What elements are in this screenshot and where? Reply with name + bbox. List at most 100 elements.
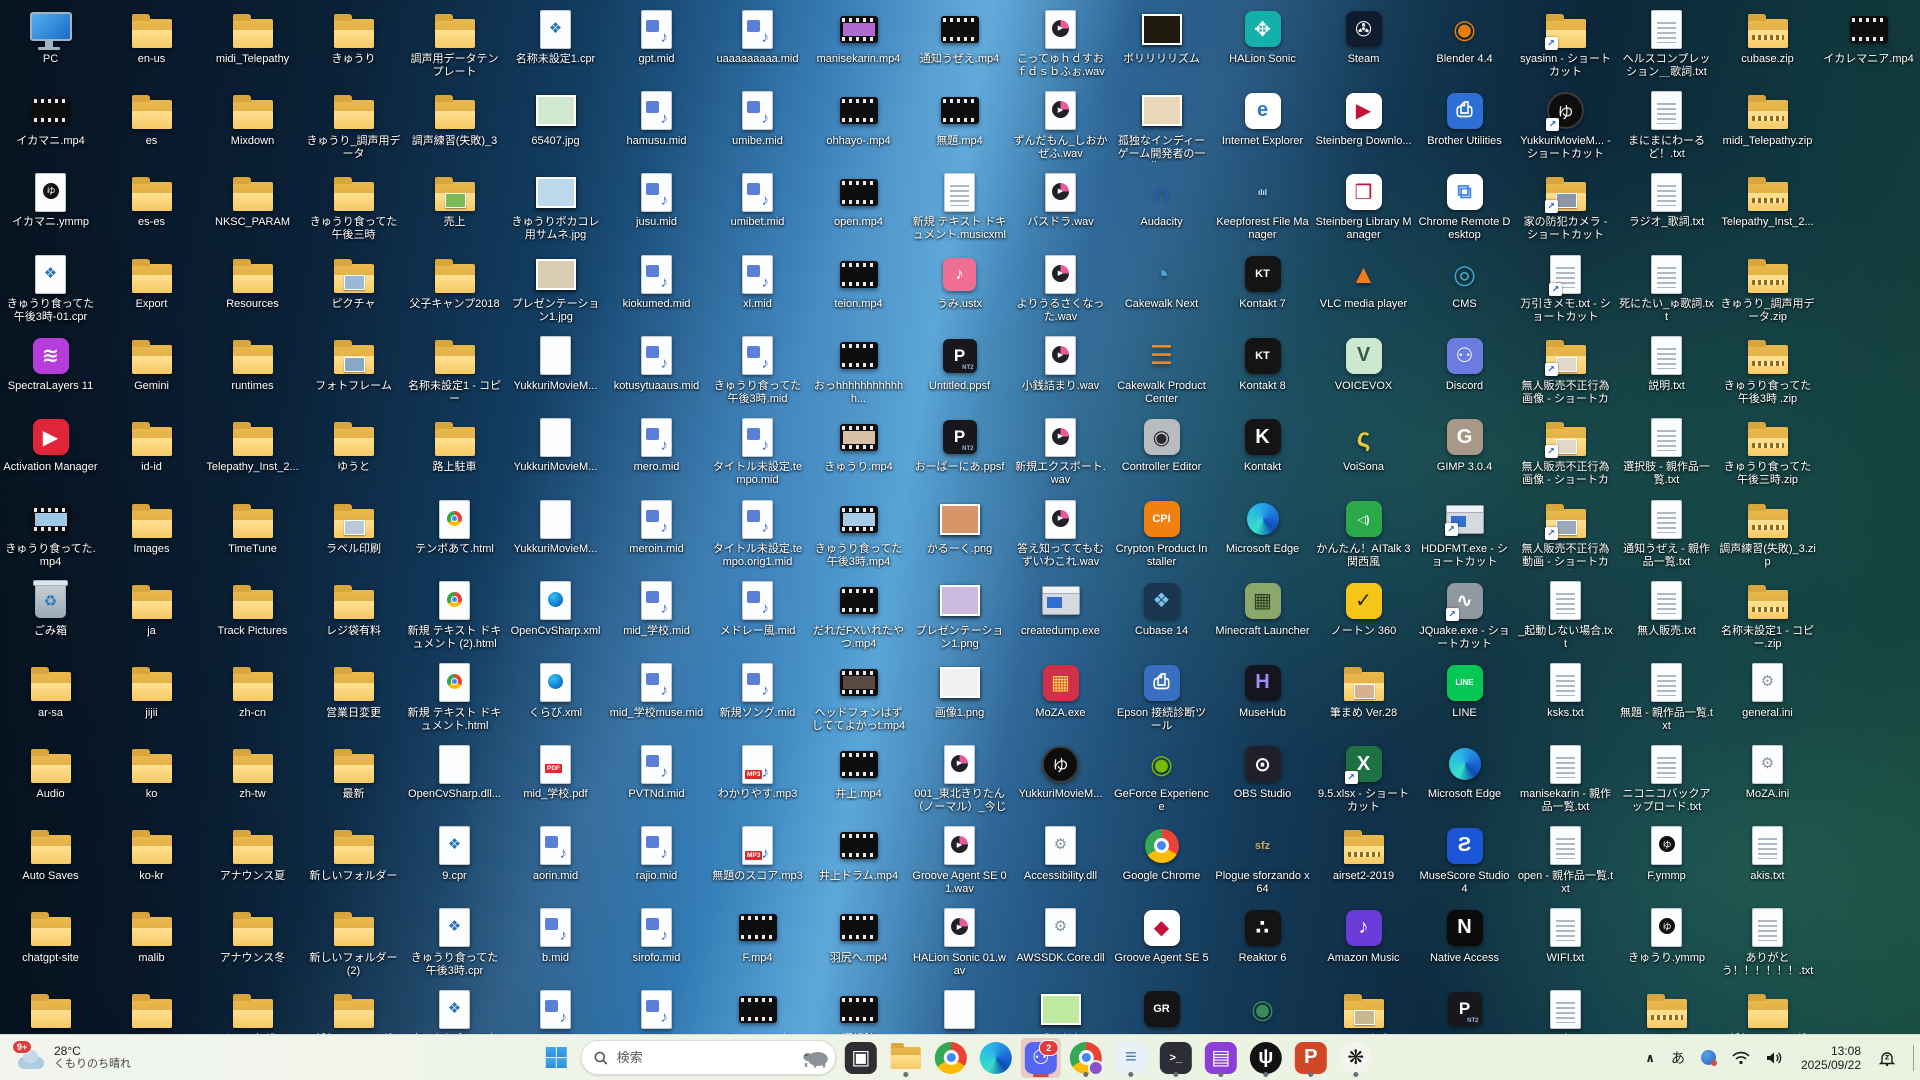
show-desktop-button[interactable]: [1913, 1044, 1914, 1071]
desktop-icon[interactable]: ▶ バスドラ.wav: [1010, 169, 1111, 251]
desktop-icon[interactable]: ⚙ AWSSDK.Core.dll: [1010, 905, 1111, 987]
desktop-icon[interactable]: ♪ うみ.ustx: [909, 251, 1010, 333]
desktop-icon[interactable]: ♪ きゅうり食ってた午後3時.mid: [707, 333, 808, 415]
desktop-icon[interactable]: ♪ mero.mid: [606, 414, 707, 496]
weather-widget[interactable]: 9+ 28°C くもりのち晴れ: [10, 1038, 137, 1078]
desktop-icon[interactable]: プレゼンテーション1.jpg: [505, 251, 606, 333]
desktop-icon[interactable]: ◁) かんたん！AITalk 3 関西風: [1313, 496, 1414, 578]
desktop-icon[interactable]: ↗ 万引きメモ.txt - ショートカット: [1515, 251, 1616, 333]
desktop-icon[interactable]: フォトフレーム: [303, 333, 404, 415]
desktop-icon[interactable]: ▦ Minecraft Launcher: [1212, 578, 1313, 660]
desktop-icon[interactable]: ◉ Blender 4.4: [1414, 6, 1515, 88]
desktop-icon[interactable]: テンポあて.html: [404, 496, 505, 578]
desktop-icon[interactable]: ◉ Controller Editor: [1111, 414, 1212, 496]
desktop-icon[interactable]: runtimes: [202, 333, 303, 415]
desktop-icon[interactable]: ❖きゅうり食ってた午後: [404, 986, 505, 1035]
desktop-icon[interactable]: ♪ hamusu.mid: [606, 88, 707, 170]
desktop-icon[interactable]: ♪ kotusytuaaus.mid: [606, 333, 707, 415]
desktop-icon[interactable]: 無題 - 親作品一覧.txt: [1616, 660, 1717, 742]
desktop-icon[interactable]: ♪ gpt.mid: [606, 6, 707, 88]
desktop-icon[interactable]: Microsoft Edge: [1414, 741, 1515, 823]
desktop-icon[interactable]: ⧉ Chrome Remote Desktop: [1414, 169, 1515, 251]
tray-app-icon[interactable]: [1698, 1041, 1719, 1075]
desktop-icon[interactable]: sfz Plogue sforzando x64: [1212, 823, 1313, 905]
desktop-icon[interactable]: きゅうり食ってた午後三時: [303, 169, 404, 251]
desktop-icon[interactable]: 無題.mp4: [909, 88, 1010, 170]
desktop-icon[interactable]: ↗ HDDFMT.exe - ショートカット: [1414, 496, 1515, 578]
desktop-icon[interactable]: ∴ Reaktor 6: [1212, 905, 1313, 987]
desktop-icon[interactable]: ♪ b.mid: [505, 905, 606, 987]
taskbar-powerpoint-button[interactable]: P: [1291, 1038, 1331, 1078]
desktop-icon[interactable]: WIFI.txt: [1515, 905, 1616, 987]
desktop-icon[interactable]: ゆイカマニ.ymmp: [0, 169, 101, 251]
desktop-icon[interactable]: ↗ 家の防犯カメラ - ショートカット: [1515, 169, 1616, 251]
desktop-icon[interactable]: ♻ ごみ箱: [0, 578, 101, 660]
volume-icon[interactable]: [1763, 1041, 1787, 1075]
desktop-icon[interactable]: き: [1515, 986, 1616, 1035]
desktop-icon[interactable]: ▶ HALion Sonic 01.wav: [909, 905, 1010, 987]
desktop-icon[interactable]: イカレマニア.mp4: [1818, 6, 1919, 88]
desktop-icon[interactable]: イカマニ.mp4: [0, 88, 101, 170]
desktop-icon[interactable]: ▶ 001_東北きりたん（ノーマル）_今じゃ...: [909, 741, 1010, 823]
taskbar-discord-button[interactable]: ⚇ 2: [1020, 1037, 1061, 1078]
desktop-icon[interactable]: ♪ aorin.mid: [505, 823, 606, 905]
desktop-icon[interactable]: 通知うぜえ - 親作品一覧.txt: [1616, 496, 1717, 578]
desktop-icon[interactable]: きゅうり食ってた午後3時.mp4: [808, 496, 909, 578]
desktop-icon[interactable]: Telepathy_Inst_2...: [202, 414, 303, 496]
desktop-icon[interactable]: 父子キャンプ2018: [404, 251, 505, 333]
desktop-icon[interactable]: TimeTune: [202, 496, 303, 578]
desktop-icon[interactable]: H MuseHub: [1212, 660, 1313, 742]
desktop-icon[interactable]: manisekarin.mp4: [808, 6, 909, 88]
desktop-icon[interactable]: アナウンス夏: [202, 823, 303, 905]
taskbar-terminal-button[interactable]: >_: [1156, 1038, 1196, 1078]
desktop-icon[interactable]: 65407.jpg: [505, 88, 606, 170]
desktop-icon[interactable]: 新しいフォルダ: [1717, 986, 1818, 1035]
taskbar-audio-app-button[interactable]: ψ: [1246, 1038, 1286, 1078]
desktop-icon[interactable]: くらび.xml: [505, 660, 606, 742]
desktop-icon[interactable]: OpenCvSharp.dll...: [404, 741, 505, 823]
desktop-icon[interactable]: CPI Crypton Product Installer: [1111, 496, 1212, 578]
desktop-icon[interactable]: 孤独なインディーゲーム開発者の一生 ...: [1111, 88, 1212, 170]
desktop-icon[interactable]: ko: [101, 741, 202, 823]
desktop-icon[interactable]: ↗ 無人販売不正行為画像 - ショートカッ...: [1515, 333, 1616, 415]
desktop-icon[interactable]: teion.mp4: [808, 251, 909, 333]
start-button[interactable]: [536, 1038, 576, 1078]
desktop-icon[interactable]: きゅうり_調声用データ.zip: [1717, 251, 1818, 333]
desktop-icon[interactable]: ヘッドフォンはずしててよかっt.mp4: [808, 660, 909, 742]
desktop-icon[interactable]: ❖ Cubase 14: [1111, 578, 1212, 660]
desktop-icon[interactable]: プレゼンテーション1.png: [909, 578, 1010, 660]
desktop-icon[interactable]: ♪ mid_学校muse.mid: [606, 660, 707, 742]
desktop-icon[interactable]: ゆ F.ymmp: [1616, 823, 1717, 905]
desktop-icon[interactable]: ♪ xl.mid: [707, 251, 808, 333]
notification-bell-icon[interactable]: Z: [1875, 1041, 1899, 1075]
desktop-icon[interactable]: 通知うぜえ.mp4: [909, 6, 1010, 88]
desktop-icon[interactable]: ゆ YukkuriMovieM...: [1010, 741, 1111, 823]
desktop-icon[interactable]: PNT2Piapro Studio NT2: [1414, 986, 1515, 1035]
desktop-icon[interactable]: ♪ uaaaaaaaaa.mid: [707, 6, 808, 88]
desktop-icon[interactable]: OpenCvSharp.xml: [505, 578, 606, 660]
desktop-icon[interactable]: きゅうり_調声用データ: [303, 88, 404, 170]
desktop-icon[interactable]: ◎ CMS: [1414, 251, 1515, 333]
desktop-icon[interactable]: zh-cn: [202, 660, 303, 742]
desktop-icon[interactable]: 羽尻へ.mp4: [808, 905, 909, 987]
desktop-icon[interactable]: Auto Saves: [0, 823, 101, 905]
taskbar-file-explorer-button[interactable]: [886, 1038, 926, 1078]
desktop-icon[interactable]: e Internet Explorer: [1212, 88, 1313, 170]
desktop-icon[interactable]: Microsoft Edge: [1212, 496, 1313, 578]
desktop-icon[interactable]: zip: [1616, 986, 1717, 1035]
desktop-icon[interactable]: ポリリリリズム: [1111, 6, 1212, 88]
desktop-icon[interactable]: Telepathy_Inst_2...: [1717, 169, 1818, 251]
desktop-icon[interactable]: ♪ タイトル未設定.tempo.mid: [707, 414, 808, 496]
desktop-icon[interactable]: きゅうり食ってた午後三時.zip: [1717, 414, 1818, 496]
desktop-icon[interactable]: ミュージック: [707, 986, 808, 1035]
desktop-icon[interactable]: es: [101, 88, 202, 170]
desktop-icon[interactable]: ▶ 新規エクスポート.wav: [1010, 414, 1111, 496]
desktop-icon[interactable]: 調声用データテンプレート: [404, 6, 505, 88]
desktop-icon[interactable]: ピクチャ: [303, 251, 404, 333]
desktop-icon[interactable]: ショートカ: [1313, 986, 1414, 1035]
ime-indicator[interactable]: あ: [1668, 1041, 1688, 1075]
desktop-icon[interactable]: en-us: [101, 6, 202, 88]
desktop-icon[interactable]: GRGuitar Rig: [1111, 986, 1212, 1035]
desktop-icon[interactable]: 選択肢 - 親作品一覧.txt: [1616, 414, 1717, 496]
desktop-icon[interactable]: ☰ Cakewalk Product Center: [1111, 333, 1212, 415]
